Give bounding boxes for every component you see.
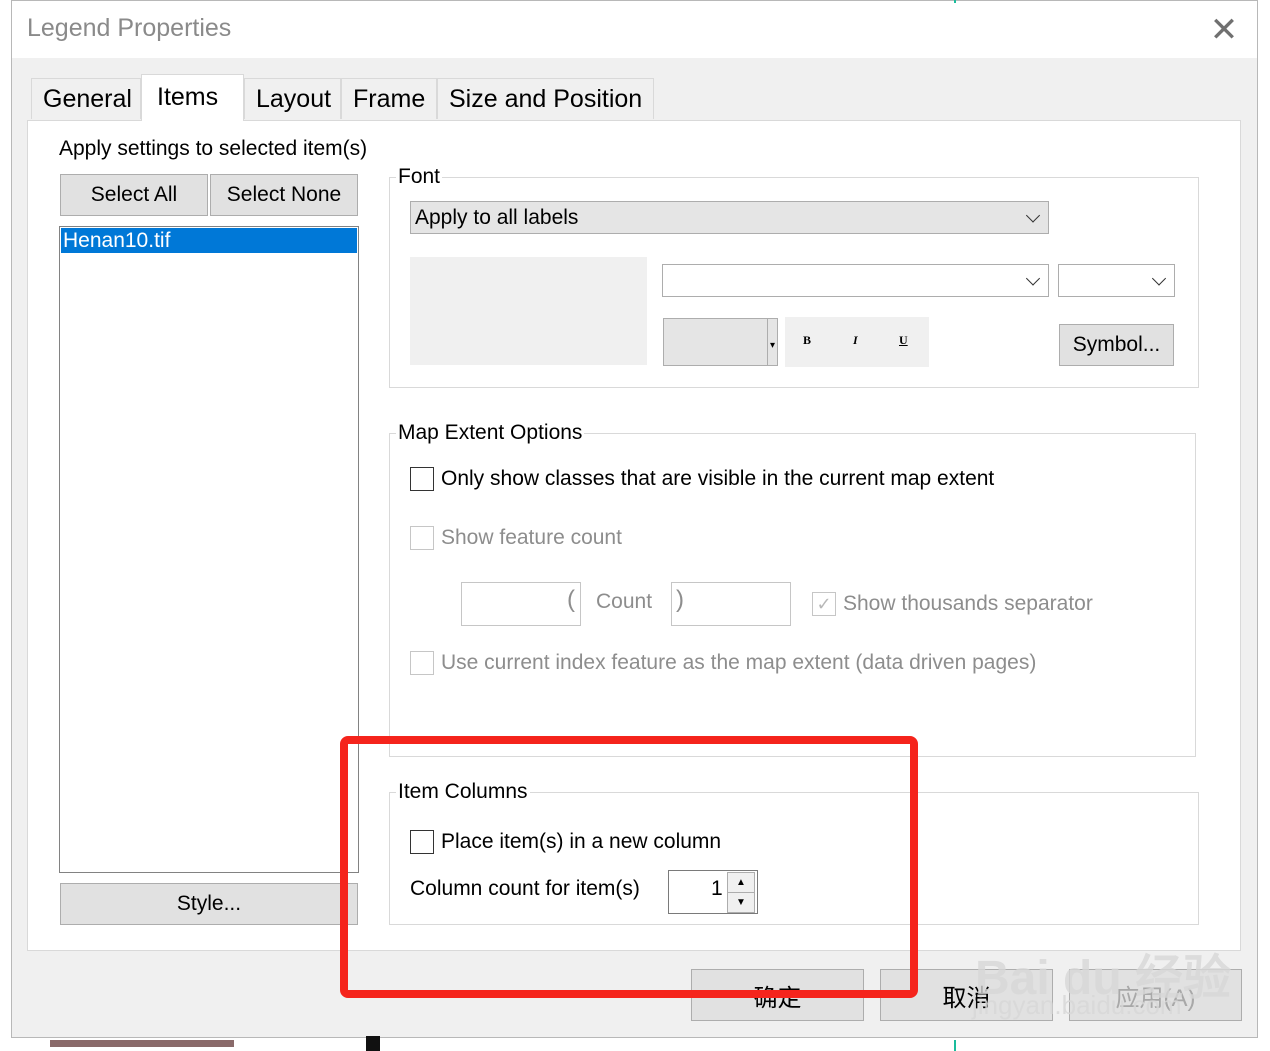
chevron-down-icon [1025,207,1041,223]
font-name-select[interactable] [662,264,1049,297]
count-suffix-input[interactable] [671,582,791,626]
check-mark-icon: ✓ [816,593,832,614]
font-size-select[interactable] [1058,264,1175,297]
bold-button[interactable]: B [803,333,811,348]
tab-frame[interactable]: Frame [341,78,437,119]
style-button[interactable]: Style... [60,883,358,925]
thousands-separator-checkbox[interactable]: ✓ [812,592,836,616]
select-none-button[interactable]: Select None [210,174,358,216]
use-index-feature-label: Use current index feature as the map ext… [441,651,1037,674]
only-visible-label: Only show classes that are visible in th… [441,467,995,490]
count-label: Count [596,590,653,613]
apply-labels-value: Apply to all labels [415,206,579,229]
teal-marker [954,0,956,3]
font-preview [410,257,647,365]
select-all-button[interactable]: Select All [60,174,208,216]
annotation-highlight-box [340,736,918,998]
window-title: Legend Properties [27,14,232,42]
background-strip [50,1040,234,1047]
use-index-feature-checkbox[interactable] [410,651,434,675]
open-paren: ( [567,586,575,613]
italic-button[interactable]: I [853,333,858,348]
font-group-title: Font [396,165,443,189]
only-visible-checkbox[interactable] [410,467,434,491]
apply-settings-label: Apply settings to selected item(s) [59,137,368,160]
legend-items-list[interactable] [59,226,359,873]
close-icon[interactable]: ✕ [1204,10,1244,50]
tab-items[interactable]: Items [141,74,244,121]
tab-general[interactable]: General [31,78,141,119]
thousands-separator-label: Show thousands separator [843,592,1093,615]
show-feature-count-checkbox[interactable] [410,526,434,550]
apply-labels-select[interactable]: Apply to all labels [410,201,1049,234]
font-color-picker[interactable]: ▾ [663,318,778,366]
background-glyph [366,1036,380,1051]
underline-button[interactable]: U [899,333,908,348]
map-extent-title: Map Extent Options [396,421,585,445]
chevron-down-icon [1025,270,1041,286]
caret-down-icon: ▾ [770,340,776,351]
chevron-down-icon [1151,270,1167,286]
symbol-button[interactable]: Symbol... [1059,324,1174,366]
count-prefix-input[interactable] [461,582,581,626]
close-paren: ) [676,586,684,613]
teal-marker [954,1040,956,1051]
watermark-url: jingyan.baidu.com [972,990,1182,1020]
show-feature-count-label: Show feature count [441,526,622,549]
color-picker-divider [767,319,768,365]
tab-size-and-position[interactable]: Size and Position [437,78,654,119]
tab-layout[interactable]: Layout [244,78,341,119]
list-item[interactable]: Henan10.tif [61,228,357,253]
